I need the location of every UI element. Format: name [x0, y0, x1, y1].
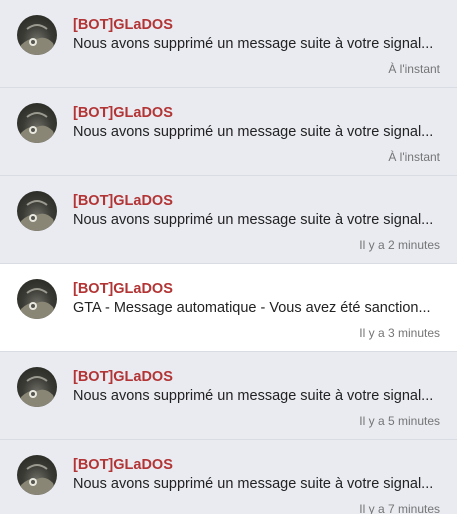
glados-avatar-icon	[17, 24, 57, 55]
notification-message: GTA - Message automatique - Vous avez ét…	[73, 300, 431, 316]
glados-avatar-icon	[17, 376, 57, 407]
notification-time: Il y a 7 minutes	[359, 502, 440, 514]
glados-avatar-icon	[17, 112, 57, 143]
notification-item[interactable]: [BOT]GLaDOS Nous avons supprimé un messa…	[0, 88, 457, 176]
notification-item[interactable]: [BOT]GLaDOS GTA - Message automatique - …	[0, 264, 457, 352]
notification-message: Nous avons supprimé un message suite à v…	[73, 476, 434, 492]
notification-message: Nous avons supprimé un message suite à v…	[73, 36, 434, 52]
notification-time: À l'instant	[388, 62, 440, 76]
glados-avatar-icon	[17, 200, 57, 231]
avatar	[17, 191, 57, 231]
notification-item[interactable]: [BOT]GLaDOS Nous avons supprimé un messa…	[0, 352, 457, 440]
avatar	[17, 455, 57, 495]
notification-item[interactable]: [BOT]GLaDOS Nous avons supprimé un messa…	[0, 0, 457, 88]
notification-author: [BOT]GLaDOS	[73, 369, 173, 385]
glados-avatar-icon	[17, 288, 57, 319]
notification-time: Il y a 3 minutes	[359, 326, 440, 340]
notification-item[interactable]: [BOT]GLaDOS Nous avons supprimé un messa…	[0, 176, 457, 264]
notification-author: [BOT]GLaDOS	[73, 457, 173, 473]
notification-message: Nous avons supprimé un message suite à v…	[73, 388, 434, 404]
notification-time: À l'instant	[388, 150, 440, 164]
avatar	[17, 279, 57, 319]
avatar	[17, 103, 57, 143]
notification-item[interactable]: [BOT]GLaDOS Nous avons supprimé un messa…	[0, 440, 457, 514]
avatar	[17, 367, 57, 407]
notification-author: [BOT]GLaDOS	[73, 17, 173, 33]
notification-message: Nous avons supprimé un message suite à v…	[73, 124, 434, 140]
notification-author: [BOT]GLaDOS	[73, 281, 173, 297]
notification-author: [BOT]GLaDOS	[73, 105, 173, 121]
notification-list: [BOT]GLaDOS Nous avons supprimé un messa…	[0, 0, 457, 514]
avatar	[17, 15, 57, 55]
notification-time: Il y a 5 minutes	[359, 414, 440, 428]
notification-author: [BOT]GLaDOS	[73, 193, 173, 209]
notification-message: Nous avons supprimé un message suite à v…	[73, 212, 434, 228]
notification-time: Il y a 2 minutes	[359, 238, 440, 252]
glados-avatar-icon	[17, 464, 57, 495]
